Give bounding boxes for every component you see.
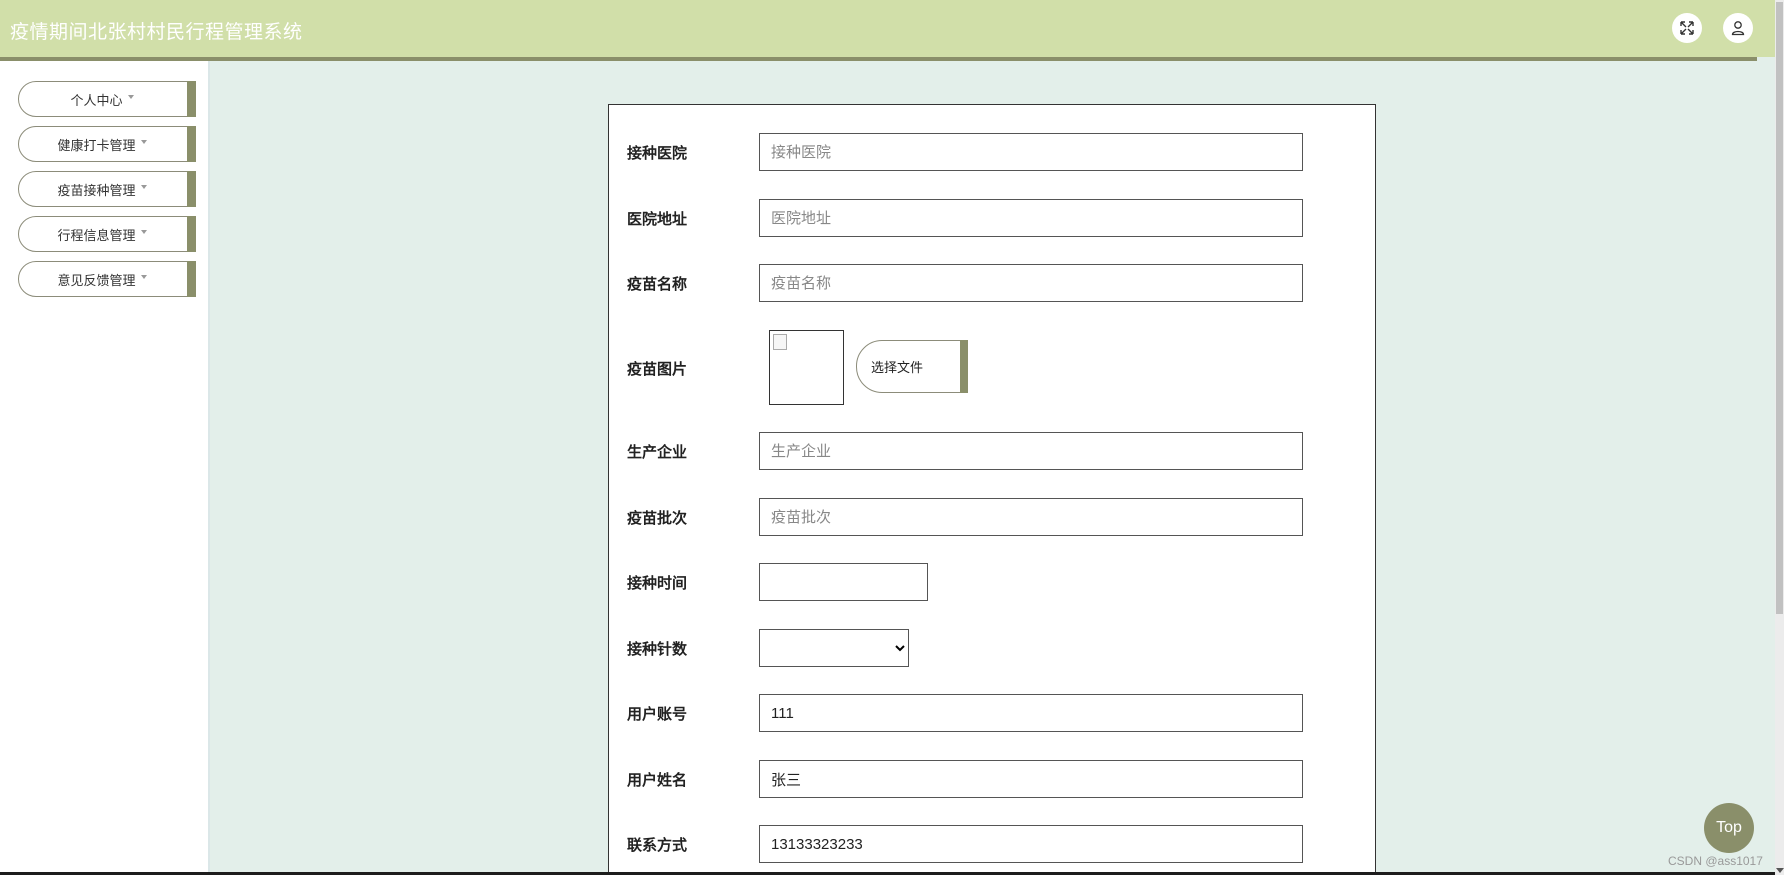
- form-row-vaccine-image: 疫苗图片 选择文件: [609, 330, 1375, 406]
- caret-down-icon: [140, 185, 147, 189]
- menu-accent-bar: [187, 81, 196, 117]
- sidebar-item-itinerary[interactable]: 行程信息管理: [18, 216, 196, 252]
- vaccination-form: 接种医院 医院地址 疫苗名称 疫苗图片 选择文件 生产企业 疫苗批次 接种时间 …: [608, 104, 1376, 875]
- caret-down-icon: [140, 230, 147, 234]
- menu-accent-bar: [187, 171, 196, 207]
- caret-down-icon: [140, 140, 147, 144]
- sidebar-item-label: 行程信息管理: [57, 227, 136, 243]
- menu-accent-bar: [187, 261, 196, 297]
- broken-image-icon: [773, 334, 787, 350]
- fullscreen-button[interactable]: [1672, 13, 1702, 43]
- vaccination-time-label: 接种时间: [627, 575, 688, 592]
- back-to-top-button[interactable]: Top: [1704, 803, 1754, 853]
- manufacturer-label: 生产企业: [627, 444, 688, 461]
- scrollbar-thumb[interactable]: [1776, 2, 1783, 614]
- hospital-label: 接种医院: [627, 145, 688, 162]
- expand-arrows-icon: [1680, 21, 1694, 35]
- sidebar-item-health-checkin[interactable]: 健康打卡管理: [18, 126, 196, 162]
- choose-file-button[interactable]: 选择文件: [856, 340, 968, 393]
- sidebar-item-label: 意见反馈管理: [57, 272, 136, 288]
- vaccine-name-label: 疫苗名称: [627, 276, 688, 293]
- vaccine-image-preview: [769, 330, 844, 405]
- contact-input[interactable]: [759, 825, 1303, 863]
- user-name-input[interactable]: [759, 760, 1303, 798]
- sidebar-item-feedback[interactable]: 意见反馈管理: [18, 261, 196, 297]
- user-name-label: 用户姓名: [627, 772, 688, 789]
- app-header: 疫情期间北张村村民行程管理系统: [0, 0, 1775, 57]
- sidebar-item-vaccination[interactable]: 疫苗接种管理: [18, 171, 196, 207]
- caret-down-icon: [140, 275, 147, 279]
- batch-label: 疫苗批次: [627, 510, 688, 527]
- hospital-address-label: 医院地址: [627, 211, 688, 228]
- account-input[interactable]: [759, 694, 1303, 732]
- manufacturer-input[interactable]: [759, 432, 1303, 470]
- caret-down-icon: [127, 95, 134, 99]
- app-title: 疫情期间北张村村民行程管理系统: [10, 22, 303, 43]
- sidebar-item-label: 疫苗接种管理: [57, 182, 136, 198]
- button-accent-bar: [960, 340, 968, 393]
- scroll-down-arrow-icon[interactable]: [1776, 868, 1784, 873]
- user-icon: [1731, 21, 1745, 36]
- dose-count-select[interactable]: [759, 629, 909, 667]
- menu-accent-bar: [187, 126, 196, 162]
- sidebar: 个人中心 健康打卡管理 疫苗接种管理 行程信息管理 意见反馈管理: [0, 61, 210, 875]
- sidebar-item-personal-center[interactable]: 个人中心: [18, 81, 196, 117]
- dose-count-label: 接种针数: [627, 641, 688, 658]
- contact-label: 联系方式: [627, 837, 688, 854]
- batch-input[interactable]: [759, 498, 1303, 536]
- user-button[interactable]: [1723, 13, 1753, 43]
- menu-accent-bar: [187, 216, 196, 252]
- vaccine-image-label: 疫苗图片: [627, 361, 688, 378]
- watermark: CSDN @ass1017: [1668, 854, 1763, 868]
- vaccine-name-input[interactable]: [759, 264, 1303, 302]
- header-divider: [0, 57, 1757, 61]
- page-scrollbar[interactable]: [1775, 0, 1784, 875]
- hospital-address-input[interactable]: [759, 199, 1303, 237]
- account-label: 用户账号: [627, 706, 688, 723]
- vaccination-time-input[interactable]: [759, 563, 928, 601]
- sidebar-item-label: 个人中心: [70, 92, 123, 108]
- sidebar-item-label: 健康打卡管理: [57, 137, 136, 153]
- choose-file-label: 选择文件: [871, 360, 924, 375]
- hospital-input[interactable]: [759, 133, 1303, 171]
